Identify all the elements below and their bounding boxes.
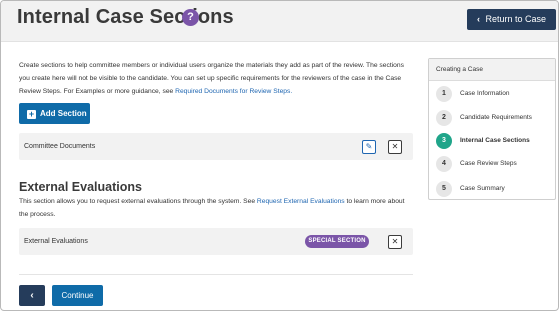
section-name: Committee Documents	[24, 143, 96, 150]
step-label: Case Information	[460, 90, 510, 97]
step-item-internal-case-sections[interactable]: 3 Internal Case Sections	[436, 133, 554, 149]
footer-divider	[19, 274, 413, 275]
step-number: 1	[436, 86, 452, 102]
page-header: Internal Case Sections ? ‹ Return to Cas…	[1, 1, 558, 42]
required-documents-link[interactable]: Required Documents for Review Steps.	[175, 88, 292, 95]
add-section-button[interactable]: + Add Section	[19, 103, 90, 124]
request-external-evaluations-link[interactable]: Request External Evaluations	[257, 198, 345, 205]
external-evaluations-description: This section allows you to request exter…	[19, 195, 414, 221]
step-label: Candidate Requirements	[460, 114, 532, 121]
step-number: 5	[436, 181, 452, 197]
return-to-case-label: Return to Case	[485, 14, 547, 24]
steps-panel: Creating a Case 1 Case Information 2 Can…	[428, 58, 556, 200]
page-frame: Internal Case Sections ? ‹ Return to Cas…	[0, 0, 559, 311]
delete-x-icon[interactable]: ✕	[388, 235, 402, 249]
chevron-left-icon: ‹	[30, 290, 34, 301]
intro-text: Create sections to help committee member…	[19, 59, 414, 98]
page-title: Internal Case Sections	[17, 6, 234, 28]
delete-x-icon[interactable]: ✕	[388, 140, 402, 154]
step-label: Case Summary	[460, 185, 505, 192]
step-item-candidate-requirements[interactable]: 2 Candidate Requirements	[436, 110, 554, 126]
step-item-case-summary[interactable]: 5 Case Summary	[436, 181, 554, 197]
return-to-case-button[interactable]: ‹ Return to Case	[467, 9, 556, 30]
chevron-left-icon: ‹	[476, 14, 480, 24]
step-number: 4	[436, 156, 452, 172]
plus-icon: +	[27, 109, 36, 119]
external-desc-before: This section allows you to request exter…	[19, 198, 257, 205]
step-number: 2	[436, 110, 452, 126]
external-evaluations-heading: External Evaluations	[19, 180, 142, 194]
add-section-label: Add Section	[40, 109, 87, 118]
section-row-committee-documents: Committee Documents ✎ ✕	[19, 133, 413, 160]
step-label: Case Review Steps	[460, 160, 517, 167]
back-button[interactable]: ‹	[19, 285, 45, 306]
steps-panel-title: Creating a Case	[429, 59, 555, 81]
special-section-badge: SPECIAL SECTION	[305, 235, 369, 248]
step-item-case-information[interactable]: 1 Case Information	[436, 86, 554, 102]
continue-button[interactable]: Continue	[52, 285, 103, 306]
step-item-case-review-steps[interactable]: 4 Case Review Steps	[436, 156, 554, 172]
help-icon[interactable]: ?	[182, 9, 199, 26]
step-number: 3	[436, 133, 452, 149]
step-label: Internal Case Sections	[460, 137, 530, 144]
section-name: External Evaluations	[24, 238, 88, 245]
section-row-external-evaluations: External Evaluations SPECIAL SECTION ✕	[19, 228, 413, 255]
edit-pencil-icon[interactable]: ✎	[362, 140, 376, 154]
